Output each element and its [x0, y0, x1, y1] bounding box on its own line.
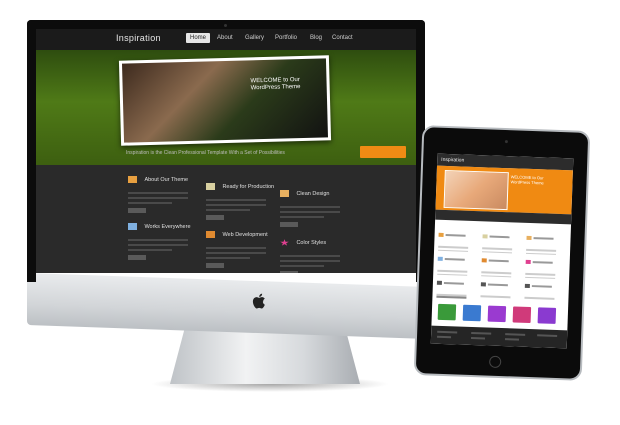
- ipad-gallery-thumb[interactable]: [437, 303, 457, 321]
- site-logo[interactable]: Inspiration: [116, 33, 161, 43]
- ipad-camera: [504, 140, 508, 144]
- read-more-button[interactable]: [128, 255, 146, 260]
- read-more-button[interactable]: [280, 271, 298, 273]
- feature-ready-production: Ready for Production: [206, 178, 276, 220]
- gear-icon: [524, 283, 530, 288]
- nav-item-blog[interactable]: Blog: [306, 33, 326, 43]
- folder-icon: [128, 176, 137, 184]
- apple-logo-icon: [252, 293, 265, 309]
- ipad-gallery-heading: [436, 295, 467, 299]
- site-header: Inspiration Home About Gallery Portfolio…: [36, 28, 416, 51]
- star-icon: [280, 239, 289, 246]
- hero-image: WELCOME to Our WordPress Theme: [122, 58, 328, 143]
- read-more-button[interactable]: [206, 215, 224, 220]
- folder-icon: [206, 231, 215, 239]
- nav-item-contact[interactable]: Contact: [328, 33, 357, 43]
- ipad-screen: Inspiration WELCOME to Our WordPress The…: [430, 153, 574, 349]
- feature-about-theme: About Our Theme: [128, 171, 198, 213]
- imac-screen: Inspiration Home About Gallery Portfolio…: [36, 28, 416, 273]
- folder-icon: [526, 235, 532, 240]
- imac-chin: [27, 273, 425, 339]
- cta-button[interactable]: [360, 146, 406, 158]
- folder-icon: [481, 258, 487, 263]
- feature-color-styles: Color Styles: [280, 234, 350, 273]
- ipad-device: Inspiration WELCOME to Our WordPress The…: [413, 125, 591, 381]
- nav-item-home[interactable]: Home: [186, 33, 211, 43]
- monitor-icon: [128, 223, 137, 231]
- document-icon: [482, 234, 488, 239]
- ipad-feature-row: [438, 226, 566, 255]
- ipad-site-footer: [430, 325, 568, 349]
- feature-web-development: Web Development: [206, 226, 276, 268]
- folder-icon: [280, 190, 289, 198]
- gear-icon: [436, 280, 442, 285]
- ipad-gallery-thumb[interactable]: [487, 305, 507, 323]
- hero-heading: WELCOME to Our WordPress Theme: [250, 77, 301, 92]
- ipad-home-button[interactable]: [488, 355, 502, 369]
- nav-item-portfolio[interactable]: Portfolio: [271, 33, 301, 43]
- imac-camera: [224, 24, 227, 27]
- document-icon: [206, 183, 215, 191]
- ipad-gallery-thumb[interactable]: [537, 307, 557, 324]
- ipad-hero-image: [443, 169, 509, 211]
- folder-icon: [438, 232, 444, 237]
- feature-clean-design: Clean Design: [280, 185, 350, 227]
- nav-item-about[interactable]: About: [213, 33, 237, 43]
- ipad-hero-heading: WELCOME to Our WordPress Theme: [510, 174, 544, 186]
- ipad-gallery-thumb[interactable]: [512, 306, 532, 324]
- monitor-icon: [437, 256, 443, 261]
- read-more-button[interactable]: [128, 208, 146, 213]
- ipad-site-logo[interactable]: Inspiration: [441, 157, 464, 164]
- gear-icon: [480, 282, 486, 287]
- read-more-button[interactable]: [280, 222, 298, 227]
- hero-slider[interactable]: WELCOME to Our WordPress Theme: [118, 55, 332, 146]
- feature-works-everywhere: Works Everywhere: [128, 218, 198, 260]
- star-icon: [525, 259, 531, 264]
- site-tagline: Inspiration is the Clean Professional Te…: [126, 150, 285, 156]
- read-more-button[interactable]: [206, 263, 224, 268]
- ipad-gallery-thumb[interactable]: [462, 304, 482, 322]
- nav-item-gallery[interactable]: Gallery: [241, 33, 268, 43]
